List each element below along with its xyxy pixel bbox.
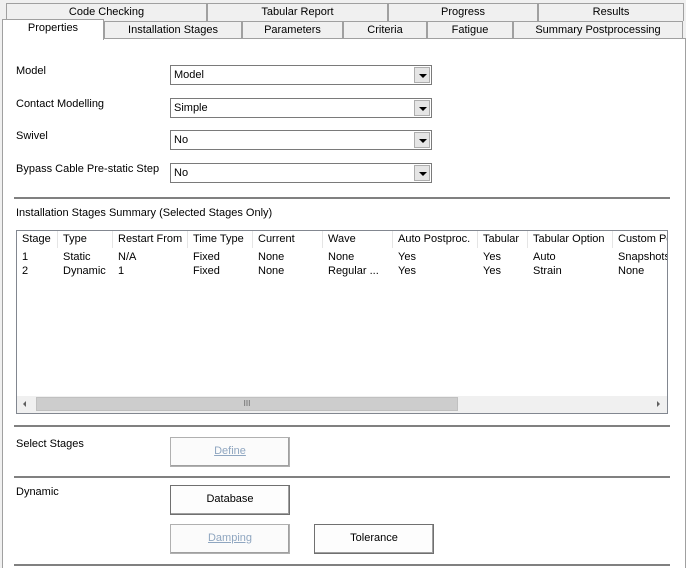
table-cell: Regular ... — [328, 265, 379, 277]
tab-parameters[interactable]: Parameters — [242, 21, 343, 39]
column-header[interactable]: Custom Po — [613, 231, 667, 248]
tab-properties[interactable]: Properties — [2, 19, 104, 40]
separator — [14, 564, 670, 567]
define-button[interactable]: Define — [170, 437, 290, 467]
table-cell: Yes — [483, 251, 501, 263]
table-cell: None — [258, 265, 285, 277]
tab-installation-stages[interactable]: Installation Stages — [104, 21, 242, 39]
column-header[interactable]: Wave — [323, 231, 393, 248]
column-header[interactable]: Current — [253, 231, 323, 248]
scroll-left-arrow-icon[interactable] — [17, 396, 34, 413]
model-label: Model — [16, 65, 46, 77]
table-cell: Auto — [533, 251, 556, 263]
scroll-right-arrow-icon[interactable] — [650, 396, 667, 413]
table-cell: Dynamic — [63, 265, 106, 277]
database-button[interactable]: Database — [170, 485, 290, 515]
horizontal-scrollbar[interactable]: III — [17, 396, 667, 413]
column-header[interactable]: Tabular — [478, 231, 528, 248]
table-cell: None — [328, 251, 355, 263]
swivel-dropdown[interactable]: No — [170, 130, 432, 150]
tab-results[interactable]: Results — [538, 3, 684, 21]
tab-fatigue[interactable]: Fatigue — [427, 21, 513, 39]
bypass-label: Bypass Cable Pre-static Step — [16, 163, 160, 175]
table-cell: Static — [63, 251, 91, 263]
table-cell: 1 — [118, 265, 125, 277]
column-header[interactable]: Type — [58, 231, 113, 248]
table-cell: 1 — [22, 251, 29, 263]
bypass-dropdown[interactable]: No — [170, 163, 432, 183]
select-stages-label: Select Stages — [16, 438, 84, 450]
column-header[interactable]: Restart From — [113, 231, 188, 248]
table-cell: N/A — [118, 251, 137, 263]
summary-title: Installation Stages Summary (Selected St… — [16, 207, 273, 219]
separator — [14, 197, 670, 200]
chevron-down-icon[interactable] — [414, 67, 430, 83]
table-cell: Strain — [533, 265, 562, 277]
separator — [14, 476, 670, 479]
dynamic-label: Dynamic — [16, 486, 59, 498]
chevron-down-icon[interactable] — [414, 165, 430, 181]
tab-progress[interactable]: Progress — [388, 3, 538, 21]
scroll-thumb[interactable]: III — [36, 397, 458, 411]
table-cell: Yes — [398, 251, 416, 263]
contact-modelling-value: Simple — [174, 102, 208, 114]
tab-criteria[interactable]: Criteria — [343, 21, 427, 39]
column-header[interactable]: Time Type — [188, 231, 253, 248]
column-header[interactable]: Stage — [17, 231, 58, 248]
tab-tabular-report[interactable]: Tabular Report — [207, 3, 388, 21]
contact-modelling-label: Contact Modelling — [16, 98, 105, 110]
model-dropdown[interactable]: Model — [170, 65, 432, 85]
table-cell: Yes — [398, 265, 416, 277]
table-cell: Fixed — [193, 265, 220, 277]
table-cell: Snapshots — [618, 251, 668, 263]
table-cell: None — [258, 251, 285, 263]
separator — [14, 425, 670, 428]
chevron-down-icon[interactable] — [414, 100, 430, 116]
stages-summary-table[interactable]: Stage Type Restart From Time Type Curren… — [16, 230, 668, 414]
table-cell: Yes — [483, 265, 501, 277]
column-header[interactable]: Auto Postproc. — [393, 231, 478, 248]
contact-modelling-dropdown[interactable]: Simple — [170, 98, 432, 118]
tolerance-button[interactable]: Tolerance — [314, 524, 434, 554]
tab-row-front: Properties Installation Stages Parameter… — [0, 19, 686, 40]
tab-summary-postprocessing[interactable]: Summary Postprocessing — [513, 21, 683, 39]
column-header[interactable]: Tabular Option — [528, 231, 613, 248]
table-cell: Fixed — [193, 251, 220, 263]
swivel-label: Swivel — [16, 130, 48, 142]
chevron-down-icon[interactable] — [414, 132, 430, 148]
table-cell: 2 — [22, 265, 29, 277]
swivel-value: No — [174, 134, 189, 146]
damping-button[interactable]: Damping — [170, 524, 290, 554]
table-cell: None — [618, 265, 645, 277]
model-value: Model — [174, 69, 204, 81]
bypass-value: No — [174, 167, 189, 179]
